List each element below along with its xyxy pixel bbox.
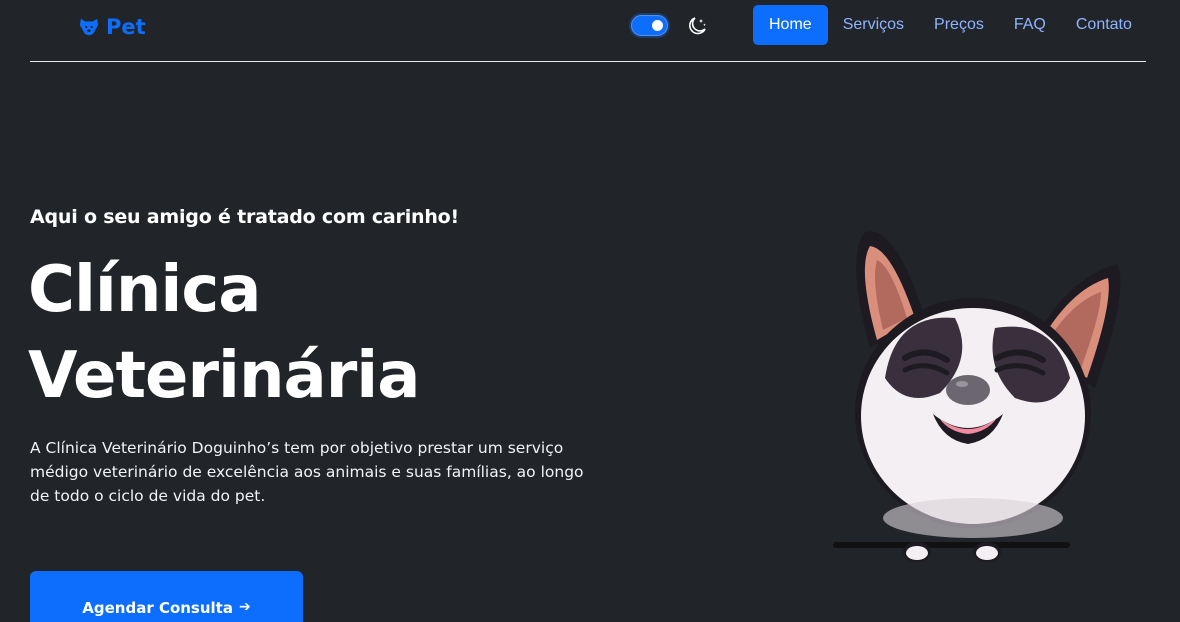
nav-link-faq[interactable]: FAQ (999, 5, 1061, 45)
theme-toggle-switch[interactable] (631, 15, 668, 36)
hero-title-line1: Clínica (28, 253, 261, 327)
navbar: Pet Home Serviços Preços FAQ Contato (30, 0, 1146, 62)
brand-name: Pet (106, 15, 146, 39)
hero-title: Clínica Veterinária (28, 247, 588, 419)
brand-link[interactable]: Pet (78, 13, 146, 41)
switch-knob (652, 20, 663, 31)
nav-link-contato[interactable]: Contato (1061, 5, 1147, 45)
nav-link-home[interactable]: Home (753, 5, 828, 45)
nav-link-precos[interactable]: Preços (919, 5, 999, 45)
arrow-right-icon: ➔ (238, 599, 251, 615)
hero-description: A Clínica Veterinário Doguinho’s tem por… (30, 439, 584, 505)
nav-links: Home Serviços Preços FAQ Contato (753, 5, 1147, 45)
cta-label: Agendar Consulta (82, 599, 233, 617)
hero-tagline: Aqui o seu amigo é tratado com carinho! (30, 206, 459, 228)
nav-link-servicos[interactable]: Serviços (828, 5, 919, 45)
hero-title-line2: Veterinária (28, 339, 420, 413)
dog-illustration (833, 231, 1121, 562)
moon-stars-icon (689, 17, 706, 35)
dog-face-icon (79, 18, 99, 36)
schedule-appointment-button[interactable]: Agendar Consulta ➔ (30, 571, 303, 622)
